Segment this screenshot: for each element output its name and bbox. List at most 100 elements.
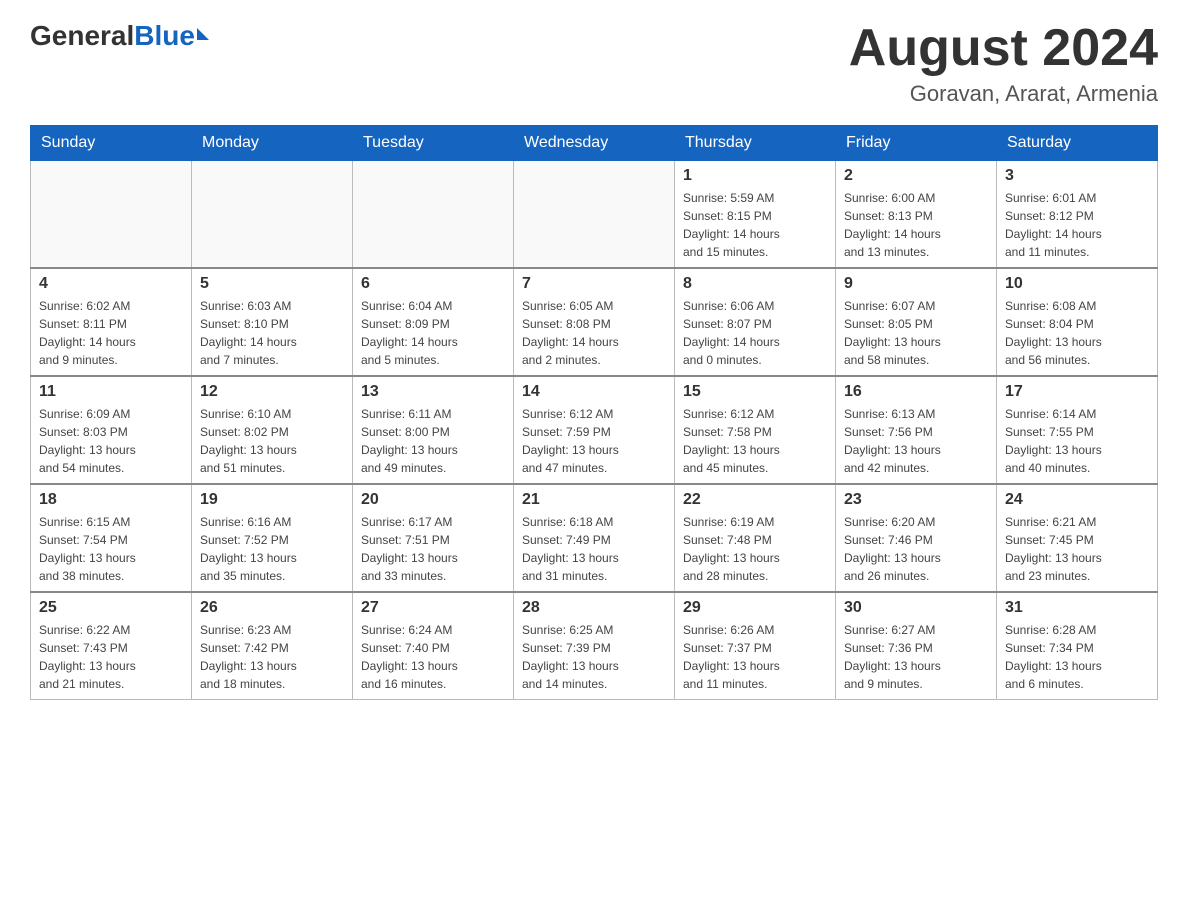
day-number: 29: [683, 599, 827, 617]
logo-blue-text: Blue: [134, 20, 195, 52]
calendar-header-sunday: Sunday: [31, 126, 192, 161]
calendar-cell: 21 Sunrise: 6:18 AM Sunset: 7:49 PM Dayli…: [514, 484, 675, 592]
day-info: Sunrise: 6:20 AM Sunset: 7:46 PM Dayligh…: [844, 513, 988, 585]
calendar-cell: 11 Sunrise: 6:09 AM Sunset: 8:03 PM Dayli…: [31, 376, 192, 484]
day-info: Sunrise: 6:17 AM Sunset: 7:51 PM Dayligh…: [361, 513, 505, 585]
day-number: 16: [844, 383, 988, 401]
day-number: 18: [39, 491, 183, 509]
day-number: 25: [39, 599, 183, 617]
calendar-cell: 30 Sunrise: 6:27 AM Sunset: 7:36 PM Dayli…: [836, 592, 997, 700]
calendar-week-row: 11 Sunrise: 6:09 AM Sunset: 8:03 PM Dayli…: [31, 376, 1158, 484]
day-number: 13: [361, 383, 505, 401]
day-number: 26: [200, 599, 344, 617]
calendar-cell: 13 Sunrise: 6:11 AM Sunset: 8:00 PM Dayli…: [353, 376, 514, 484]
calendar-cell: 6 Sunrise: 6:04 AM Sunset: 8:09 PM Daylig…: [353, 268, 514, 376]
day-info: Sunrise: 6:18 AM Sunset: 7:49 PM Dayligh…: [522, 513, 666, 585]
calendar-cell: 12 Sunrise: 6:10 AM Sunset: 8:02 PM Dayli…: [192, 376, 353, 484]
day-number: 9: [844, 275, 988, 293]
calendar-cell: [31, 161, 192, 269]
calendar-header-saturday: Saturday: [997, 126, 1158, 161]
day-info: Sunrise: 6:26 AM Sunset: 7:37 PM Dayligh…: [683, 621, 827, 693]
day-number: 10: [1005, 275, 1149, 293]
day-info: Sunrise: 6:22 AM Sunset: 7:43 PM Dayligh…: [39, 621, 183, 693]
calendar-cell: 17 Sunrise: 6:14 AM Sunset: 7:55 PM Dayli…: [997, 376, 1158, 484]
day-info: Sunrise: 6:21 AM Sunset: 7:45 PM Dayligh…: [1005, 513, 1149, 585]
day-number: 12: [200, 383, 344, 401]
calendar-cell: [353, 161, 514, 269]
calendar-cell: 20Sunrise: 6:17 AM Sunset: 7:51 PM Dayli…: [353, 484, 514, 592]
day-info: Sunrise: 6:16 AM Sunset: 7:52 PM Dayligh…: [200, 513, 344, 585]
day-number: 27: [361, 599, 505, 617]
location-title: Goravan, Ararat, Armenia: [849, 81, 1158, 107]
calendar-cell: 4Sunrise: 6:02 AM Sunset: 8:11 PM Daylig…: [31, 268, 192, 376]
day-info: Sunrise: 6:04 AM Sunset: 8:09 PM Dayligh…: [361, 297, 505, 369]
day-info: Sunrise: 6:07 AM Sunset: 8:05 PM Dayligh…: [844, 297, 988, 369]
calendar-cell: 27 Sunrise: 6:24 AM Sunset: 7:40 PM Dayli…: [353, 592, 514, 700]
day-number: 30: [844, 599, 988, 617]
calendar-cell: 15Sunrise: 6:12 AM Sunset: 7:58 PM Dayli…: [675, 376, 836, 484]
calendar-header-row: SundayMondayTuesdayWednesdayThursdayFrid…: [31, 126, 1158, 161]
logo: General Blue: [30, 20, 209, 52]
day-info: Sunrise: 6:08 AM Sunset: 8:04 PM Dayligh…: [1005, 297, 1149, 369]
calendar-cell: 8Sunrise: 6:06 AM Sunset: 8:07 PM Daylig…: [675, 268, 836, 376]
day-number: 24: [1005, 491, 1149, 509]
calendar-header-wednesday: Wednesday: [514, 126, 675, 161]
day-number: 8: [683, 275, 827, 293]
day-info: Sunrise: 6:11 AM Sunset: 8:00 PM Dayligh…: [361, 405, 505, 477]
day-info: Sunrise: 6:23 AM Sunset: 7:42 PM Dayligh…: [200, 621, 344, 693]
calendar-cell: [514, 161, 675, 269]
day-number: 28: [522, 599, 666, 617]
title-section: August 2024 Goravan, Ararat, Armenia: [849, 20, 1158, 107]
day-info: Sunrise: 6:00 AM Sunset: 8:13 PM Dayligh…: [844, 189, 988, 261]
day-number: 1: [683, 167, 827, 185]
calendar-cell: [192, 161, 353, 269]
calendar-week-row: 25 Sunrise: 6:22 AM Sunset: 7:43 PM Dayli…: [31, 592, 1158, 700]
calendar-cell: 31Sunrise: 6:28 AM Sunset: 7:34 PM Dayli…: [997, 592, 1158, 700]
logo-blue-part: Blue: [134, 20, 209, 52]
day-info: Sunrise: 6:14 AM Sunset: 7:55 PM Dayligh…: [1005, 405, 1149, 477]
logo-triangle-icon: [197, 28, 209, 40]
day-number: 21: [522, 491, 666, 509]
calendar-cell: 28 Sunrise: 6:25 AM Sunset: 7:39 PM Dayli…: [514, 592, 675, 700]
day-info: Sunrise: 6:27 AM Sunset: 7:36 PM Dayligh…: [844, 621, 988, 693]
calendar-cell: 16Sunrise: 6:13 AM Sunset: 7:56 PM Dayli…: [836, 376, 997, 484]
day-info: Sunrise: 6:15 AM Sunset: 7:54 PM Dayligh…: [39, 513, 183, 585]
day-info: Sunrise: 5:59 AM Sunset: 8:15 PM Dayligh…: [683, 189, 827, 261]
page-header: General Blue August 2024 Goravan, Ararat…: [30, 20, 1158, 107]
day-number: 31: [1005, 599, 1149, 617]
day-number: 11: [39, 383, 183, 401]
day-number: 23: [844, 491, 988, 509]
calendar-week-row: 4Sunrise: 6:02 AM Sunset: 8:11 PM Daylig…: [31, 268, 1158, 376]
day-info: Sunrise: 6:25 AM Sunset: 7:39 PM Dayligh…: [522, 621, 666, 693]
day-info: Sunrise: 6:09 AM Sunset: 8:03 PM Dayligh…: [39, 405, 183, 477]
calendar-cell: 10 Sunrise: 6:08 AM Sunset: 8:04 PM Dayli…: [997, 268, 1158, 376]
calendar-cell: 25 Sunrise: 6:22 AM Sunset: 7:43 PM Dayli…: [31, 592, 192, 700]
day-info: Sunrise: 6:12 AM Sunset: 7:59 PM Dayligh…: [522, 405, 666, 477]
day-number: 6: [361, 275, 505, 293]
calendar-cell: 3 Sunrise: 6:01 AM Sunset: 8:12 PM Daylig…: [997, 161, 1158, 269]
calendar-cell: 29 Sunrise: 6:26 AM Sunset: 7:37 PM Dayli…: [675, 592, 836, 700]
day-info: Sunrise: 6:12 AM Sunset: 7:58 PM Dayligh…: [683, 405, 827, 477]
calendar-cell: 26 Sunrise: 6:23 AM Sunset: 7:42 PM Dayli…: [192, 592, 353, 700]
calendar-cell: 5 Sunrise: 6:03 AM Sunset: 8:10 PM Daylig…: [192, 268, 353, 376]
calendar-cell: 14 Sunrise: 6:12 AM Sunset: 7:59 PM Dayli…: [514, 376, 675, 484]
day-number: 17: [1005, 383, 1149, 401]
day-info: Sunrise: 6:19 AM Sunset: 7:48 PM Dayligh…: [683, 513, 827, 585]
calendar-header-tuesday: Tuesday: [353, 126, 514, 161]
day-info: Sunrise: 6:03 AM Sunset: 8:10 PM Dayligh…: [200, 297, 344, 369]
day-number: 5: [200, 275, 344, 293]
calendar-cell: 22Sunrise: 6:19 AM Sunset: 7:48 PM Dayli…: [675, 484, 836, 592]
day-info: Sunrise: 6:10 AM Sunset: 8:02 PM Dayligh…: [200, 405, 344, 477]
day-info: Sunrise: 6:24 AM Sunset: 7:40 PM Dayligh…: [361, 621, 505, 693]
day-number: 4: [39, 275, 183, 293]
calendar-cell: 18 Sunrise: 6:15 AM Sunset: 7:54 PM Dayli…: [31, 484, 192, 592]
day-number: 3: [1005, 167, 1149, 185]
calendar-cell: 24 Sunrise: 6:21 AM Sunset: 7:45 PM Dayli…: [997, 484, 1158, 592]
day-number: 14: [522, 383, 666, 401]
month-title: August 2024: [849, 20, 1158, 77]
day-info: Sunrise: 6:01 AM Sunset: 8:12 PM Dayligh…: [1005, 189, 1149, 261]
calendar-header-monday: Monday: [192, 126, 353, 161]
calendar-week-row: 1 Sunrise: 5:59 AM Sunset: 8:15 PM Daylig…: [31, 161, 1158, 269]
day-info: Sunrise: 6:05 AM Sunset: 8:08 PM Dayligh…: [522, 297, 666, 369]
calendar-cell: 23 Sunrise: 6:20 AM Sunset: 7:46 PM Dayli…: [836, 484, 997, 592]
